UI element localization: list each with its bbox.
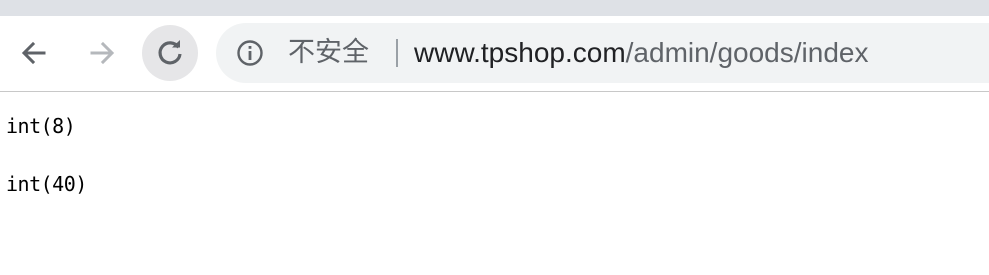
reload-button[interactable] bbox=[142, 25, 198, 81]
url-separator bbox=[396, 39, 398, 67]
output-line: int(8) bbox=[6, 114, 76, 138]
security-status-label[interactable]: 不安全 bbox=[288, 23, 369, 83]
forward-button[interactable] bbox=[74, 25, 130, 81]
url-text[interactable]: www.tpshop.com/admin/goods/index bbox=[414, 23, 868, 83]
reload-icon bbox=[158, 40, 182, 65]
back-button[interactable] bbox=[6, 25, 62, 81]
info-circle-icon[interactable] bbox=[236, 39, 264, 67]
url-host: www.tpshop.com bbox=[414, 37, 626, 68]
url-path: /admin/goods/index bbox=[625, 37, 869, 68]
page-content: int(8) int(40) bbox=[0, 92, 989, 275]
arrow-left-icon bbox=[21, 41, 46, 65]
arrow-right-icon bbox=[90, 41, 115, 65]
tab-strip bbox=[0, 0, 989, 16]
output-line: int(40) bbox=[6, 172, 87, 196]
browser-toolbar: 不安全 www.tpshop.com/admin/goods/index bbox=[0, 16, 989, 92]
address-bar[interactable]: 不安全 www.tpshop.com/admin/goods/index bbox=[216, 23, 989, 83]
